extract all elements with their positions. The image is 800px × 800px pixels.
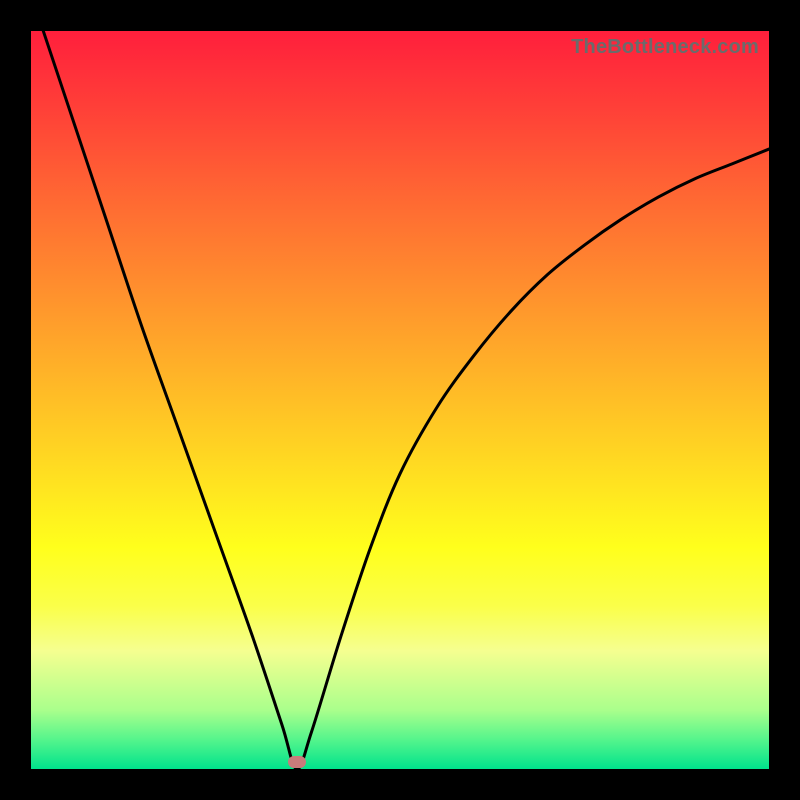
bottleneck-curve xyxy=(31,31,769,769)
plot-area: TheBottleneck.com xyxy=(31,31,769,769)
chart-frame: TheBottleneck.com xyxy=(0,0,800,800)
optimum-marker xyxy=(288,756,306,768)
